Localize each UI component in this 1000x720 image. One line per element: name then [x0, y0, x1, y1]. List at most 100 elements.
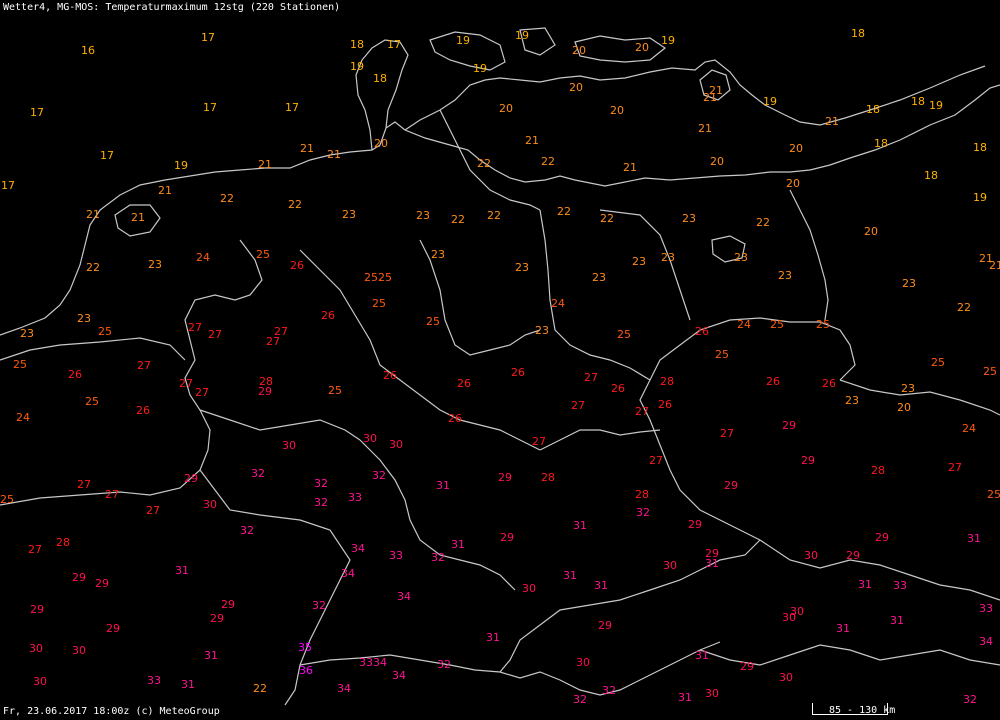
station-temperature: 21: [703, 91, 717, 104]
station-temperature: 26: [68, 368, 82, 381]
station-temperature: 19: [174, 159, 188, 172]
station-temperature: 17: [30, 106, 44, 119]
station-temperature: 16: [81, 44, 95, 57]
station-temperature: 20: [374, 137, 388, 150]
station-temperature: 26: [383, 369, 397, 382]
station-temperature: 31: [858, 578, 872, 591]
station-temperature: 31: [563, 569, 577, 582]
station-temperature: 19: [763, 95, 777, 108]
station-temperature: 21: [327, 148, 341, 161]
station-temperature: 27: [195, 386, 209, 399]
station-temperature: 25: [983, 365, 997, 378]
station-temperature: 22: [86, 261, 100, 274]
station-temperature: 36: [299, 664, 313, 677]
station-temperature: 29: [500, 531, 514, 544]
station-temperature: 32: [636, 506, 650, 519]
station-temperature: 23: [661, 251, 675, 264]
station-temperature: 22: [541, 155, 555, 168]
station-temperature: 30: [203, 498, 217, 511]
station-temperature: 22: [487, 209, 501, 222]
station-temperature: 29: [688, 518, 702, 531]
station-temperature: 23: [592, 271, 606, 284]
station-temperature: 31: [436, 479, 450, 492]
station-temperature: 22: [288, 198, 302, 211]
station-temperature: 25: [617, 328, 631, 341]
station-temperature: 21: [158, 184, 172, 197]
station-temperature: 19: [515, 29, 529, 42]
station-temperature: 19: [973, 191, 987, 204]
station-temperature: 23: [845, 394, 859, 407]
station-temperature: 20: [786, 177, 800, 190]
station-temperature: 34: [397, 590, 411, 603]
station-temperature: 24: [551, 297, 565, 310]
station-temperature: 32: [314, 496, 328, 509]
station-temperature: 18: [874, 137, 888, 150]
station-temperature: 31: [573, 519, 587, 532]
station-temperature: 25: [256, 248, 270, 261]
station-temperature: 29: [875, 531, 889, 544]
station-temperature: 32: [251, 467, 265, 480]
station-temperature: 25: [426, 315, 440, 328]
station-temperature: 22: [451, 213, 465, 226]
station-temperature: 29: [184, 472, 198, 485]
station-temperature: 22: [756, 216, 770, 229]
station-temperature: 25: [0, 493, 14, 506]
station-temperature: 27: [77, 478, 91, 491]
station-temperature: 26: [822, 377, 836, 390]
station-temperature: 30: [33, 675, 47, 688]
station-temperature: 26: [611, 382, 625, 395]
station-temperature: 26: [766, 375, 780, 388]
station-temperature: 30: [72, 644, 86, 657]
station-temperature: 31: [705, 557, 719, 570]
station-temperature: 24: [16, 411, 30, 424]
station-temperature: 17: [100, 149, 114, 162]
station-temperature: 33: [348, 491, 362, 504]
station-temperature: 17: [201, 31, 215, 44]
station-temperature: 23: [535, 324, 549, 337]
station-temperature: 27: [571, 399, 585, 412]
station-temperature: 29: [846, 549, 860, 562]
station-temperature: 35: [298, 641, 312, 654]
station-temperature: 23: [901, 382, 915, 395]
station-temperature: 22: [957, 301, 971, 314]
station-temperature: 34: [392, 669, 406, 682]
station-temperature: 20: [499, 102, 513, 115]
station-temperature: 25: [364, 271, 378, 284]
station-temperature: 18: [851, 27, 865, 40]
station-temperature: 29: [95, 577, 109, 590]
station-temperature: 30: [522, 582, 536, 595]
station-temperature: 21: [525, 134, 539, 147]
scale-label: 85 - 130 km: [829, 705, 896, 716]
station-temperature: 32: [372, 469, 386, 482]
station-temperature: 26: [290, 259, 304, 272]
station-temperature: 27: [28, 543, 42, 556]
station-temperature: 31: [836, 622, 850, 635]
station-temperature: 19: [661, 34, 675, 47]
station-temperature: 30: [782, 611, 796, 624]
station-temperature: 30: [282, 439, 296, 452]
station-temperature: 28: [871, 464, 885, 477]
station-temperature: 26: [511, 366, 525, 379]
station-temperature: 34: [979, 635, 993, 648]
station-temperature: 22: [557, 205, 571, 218]
station-temperature: 22: [477, 157, 491, 170]
station-temperature: 21: [131, 211, 145, 224]
station-temperature: 25: [931, 356, 945, 369]
station-temperature: 23: [342, 208, 356, 221]
station-temperature: 27: [532, 435, 546, 448]
station-temperature: 24: [737, 318, 751, 331]
station-temperature: 17: [387, 38, 401, 51]
station-temperature: 29: [210, 612, 224, 625]
station-temperature: 27: [146, 504, 160, 517]
station-temperature: 23: [20, 327, 34, 340]
station-temperature: 18: [911, 95, 925, 108]
station-temperature: 31: [451, 538, 465, 551]
station-temperature: 34: [341, 567, 355, 580]
station-temperature: 31: [486, 631, 500, 644]
station-temperature: 18: [350, 38, 364, 51]
station-temperature: 23: [77, 312, 91, 325]
station-temperature: 31: [678, 691, 692, 704]
station-temperature: 22: [600, 212, 614, 225]
station-temperature: 28: [635, 488, 649, 501]
station-temperature: 25: [328, 384, 342, 397]
